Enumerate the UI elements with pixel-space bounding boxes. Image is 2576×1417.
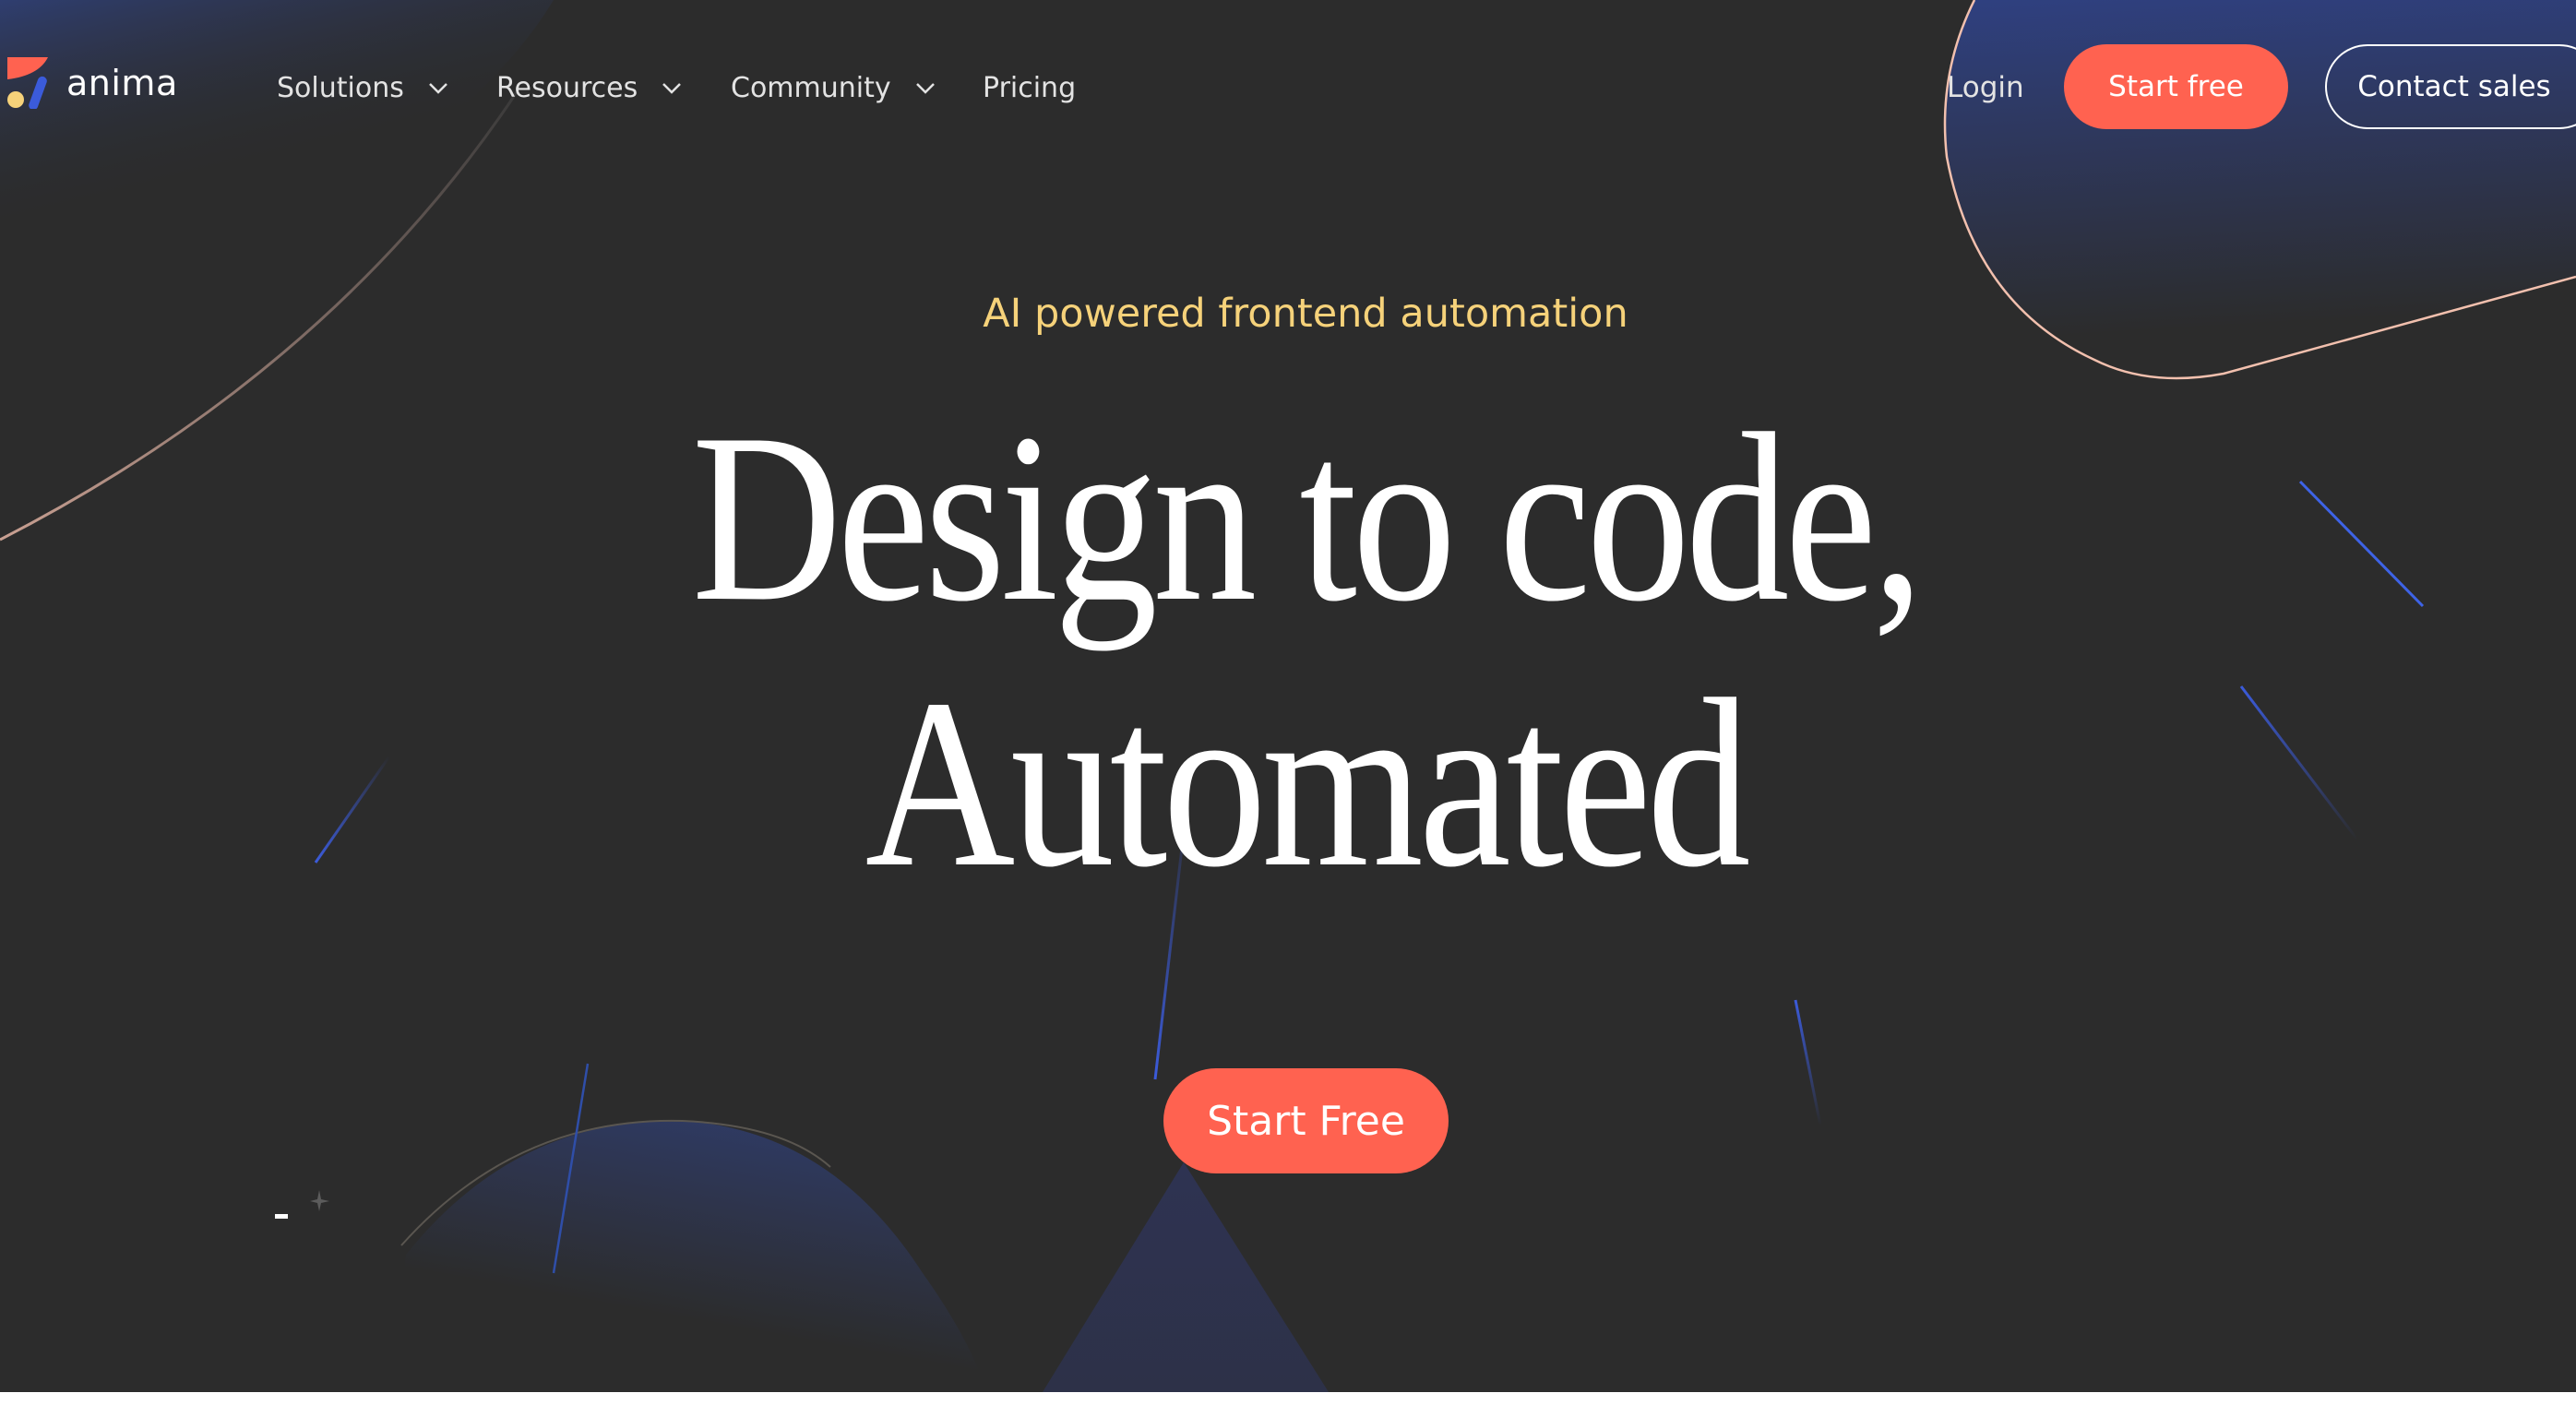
decor-dash [275,1214,288,1219]
contact-sales-label: Contact sales [2357,70,2551,103]
decor-bottom-circle-edge [400,1119,831,1246]
hero-eyebrow: AI powered frontend automation [983,291,1628,337]
nav-community[interactable]: Community [731,66,937,109]
start-free-nav-label: Start free [2108,70,2244,103]
nav-pricing-label: Pricing [983,71,1077,104]
nav-pricing[interactable]: Pricing [983,66,1076,109]
hero-headline-line1: Design to code, [691,384,1925,651]
decor-sparkle [310,1190,329,1211]
start-free-cta-button[interactable]: Start Free [1163,1068,1449,1173]
decor-line-bottom-left [552,1063,590,1274]
start-free-nav-button[interactable]: Start free [2064,44,2288,129]
hero-headline-line2: Automated [865,649,1751,917]
hero-section: anima Solutions Resources Community Pric… [0,0,2576,1392]
logo[interactable]: anima [7,57,178,111]
nav-community-label: Community [731,71,891,104]
nav-solutions[interactable]: Solutions [277,66,450,109]
decor-bottom-circle [388,1120,987,1392]
chevron-down-icon [915,83,935,94]
login-link[interactable]: Login [1947,66,2024,109]
nav-solutions-label: Solutions [277,71,404,104]
decor-bottom-triangle [1043,1162,1329,1392]
brand-name: anima [66,63,178,103]
anima-logo-icon [7,57,54,111]
chevron-down-icon [662,83,682,94]
contact-sales-button[interactable]: Contact sales [2325,44,2576,129]
chevron-down-icon [428,83,447,94]
decor-line-bottom-right [1794,999,1822,1126]
nav-resources-label: Resources [496,71,638,104]
nav-resources[interactable]: Resources [496,66,684,109]
start-free-cta-label: Start Free [1207,1097,1405,1145]
